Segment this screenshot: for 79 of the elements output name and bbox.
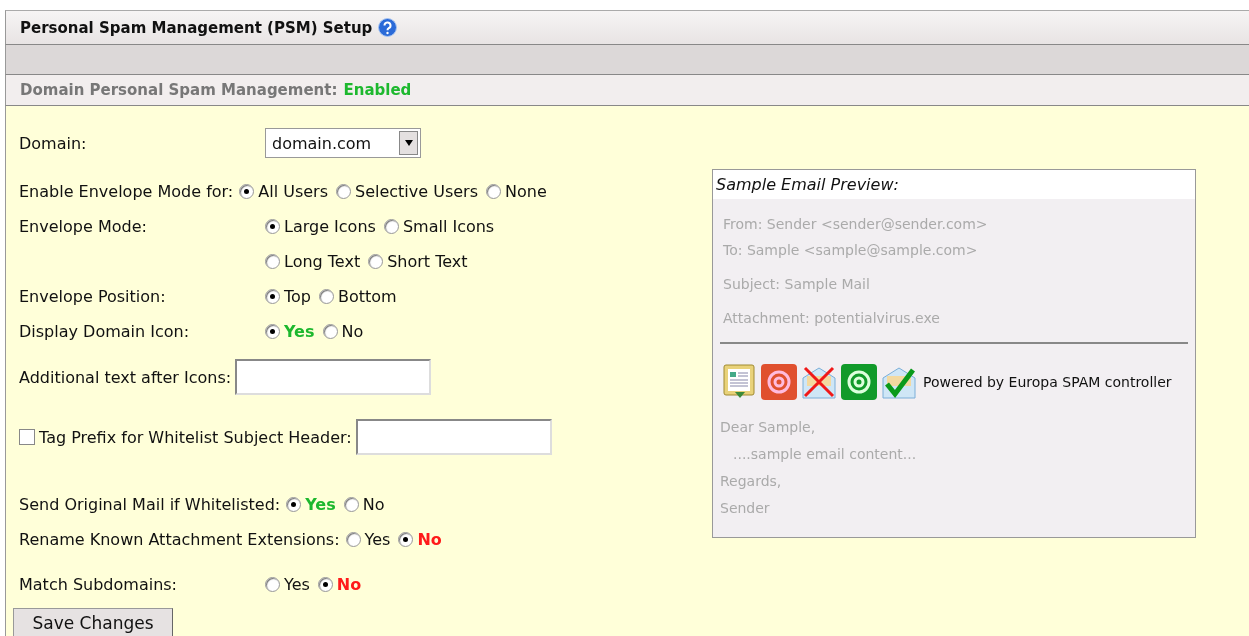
radio-option[interactable]: Top (265, 287, 311, 306)
option-label: Long Text (284, 252, 361, 271)
field-label: Rename Known Attachment Extensions: (19, 530, 340, 549)
option-label: Yes (364, 530, 391, 549)
option-label: Bottom (338, 287, 397, 306)
radio-button[interactable] (317, 577, 333, 592)
text-field[interactable] (355, 419, 552, 455)
radio-button[interactable] (265, 324, 280, 339)
option-label: No (341, 322, 364, 341)
radio-option[interactable]: Large Icons (265, 217, 376, 236)
radio-button[interactable] (398, 532, 414, 547)
envelope-cross-icon (801, 364, 837, 400)
radio-button[interactable] (239, 184, 255, 199)
email-body-line: Sender (720, 499, 771, 518)
radio-option[interactable]: No (398, 530, 442, 549)
radio-option[interactable]: No (343, 495, 385, 514)
field-label: Additional text after Icons: (19, 367, 232, 387)
email-body-line: Regards, (720, 472, 783, 491)
preview-title: Sample Email Preview: (713, 170, 1195, 199)
radio-button[interactable] (383, 219, 399, 234)
radio-option[interactable]: All Users (239, 182, 328, 201)
radio-button[interactable] (265, 254, 280, 269)
text-field[interactable] (235, 359, 432, 395)
status-text: Enabled (343, 81, 412, 99)
radio-button[interactable] (322, 324, 338, 339)
radio-button[interactable] (345, 532, 361, 547)
radio-option[interactable]: Long Text (265, 252, 361, 271)
radio-option[interactable]: Small Icons (383, 217, 495, 236)
option-label: No (336, 575, 362, 594)
radio-button[interactable] (286, 497, 302, 512)
field-label: Envelope Mode: (19, 217, 148, 236)
option-label: Short Text (387, 252, 468, 271)
radio-option[interactable]: No (322, 322, 364, 341)
field-label: Tag Prefix for Whitelist Subject Header: (39, 427, 352, 447)
radio-option[interactable]: Yes (345, 530, 391, 549)
radio-option[interactable]: Short Text (368, 252, 468, 271)
field-label: Send Original Mail if Whitelisted: (19, 495, 281, 514)
option-label: Top (284, 287, 311, 306)
option-label: All Users (258, 182, 328, 201)
email-body-line: Dear Sample, (720, 418, 817, 437)
email-header-line: Attachment: potentialvirus.exe (723, 309, 941, 328)
option-label: No (417, 530, 442, 549)
radio-button[interactable] (368, 254, 384, 269)
option-label: Yes (305, 495, 336, 514)
checkbox[interactable] (19, 429, 35, 445)
radio-option[interactable]: Yes (265, 575, 310, 594)
field-label: Match Subdomains: (19, 575, 178, 594)
radio-option[interactable]: None (486, 182, 547, 201)
save-button[interactable]: Save Changes (13, 608, 173, 636)
option-label: No (362, 495, 385, 514)
caret-icon (404, 140, 413, 146)
radio-option[interactable]: No (317, 575, 362, 594)
radio-button[interactable] (265, 219, 280, 234)
email-header-line: To: Sample <sample@sample.com> (723, 241, 979, 260)
option-label: None (505, 182, 547, 201)
option-label: Yes (284, 322, 315, 341)
domain-select[interactable]: domain.com (265, 128, 421, 158)
field-label: Display Domain Icon: (19, 322, 191, 341)
option-label: Small Icons (402, 217, 495, 236)
help-icon[interactable] (378, 18, 398, 37)
option-label: Large Icons (284, 217, 376, 236)
radio-button[interactable] (265, 289, 280, 304)
option-label: Yes (284, 575, 310, 594)
email-header-line: From: Sender <sender@sender.com> (723, 215, 989, 234)
document-icon (723, 364, 757, 400)
radio-button[interactable] (486, 184, 501, 199)
field-label: Enable Envelope Mode for: (19, 182, 234, 201)
section-label: Domain Personal Spam Management: (20, 81, 338, 99)
email-header-line: Subject: Sample Mail (723, 275, 871, 294)
email-body-line: ....sample email content... (732, 445, 918, 464)
powered-by-text: Powered by Europa SPAM controller (923, 374, 1172, 390)
radio-button[interactable] (265, 577, 280, 592)
page-title: Personal Spam Management (PSM) Setup (20, 18, 373, 37)
field-label: Domain: (19, 133, 88, 153)
radio-button[interactable] (343, 497, 359, 512)
radio-option[interactable]: Bottom (319, 287, 397, 306)
radio-button[interactable] (319, 289, 334, 304)
field-label: Envelope Position: (19, 287, 167, 306)
radio-button[interactable] (336, 184, 351, 199)
